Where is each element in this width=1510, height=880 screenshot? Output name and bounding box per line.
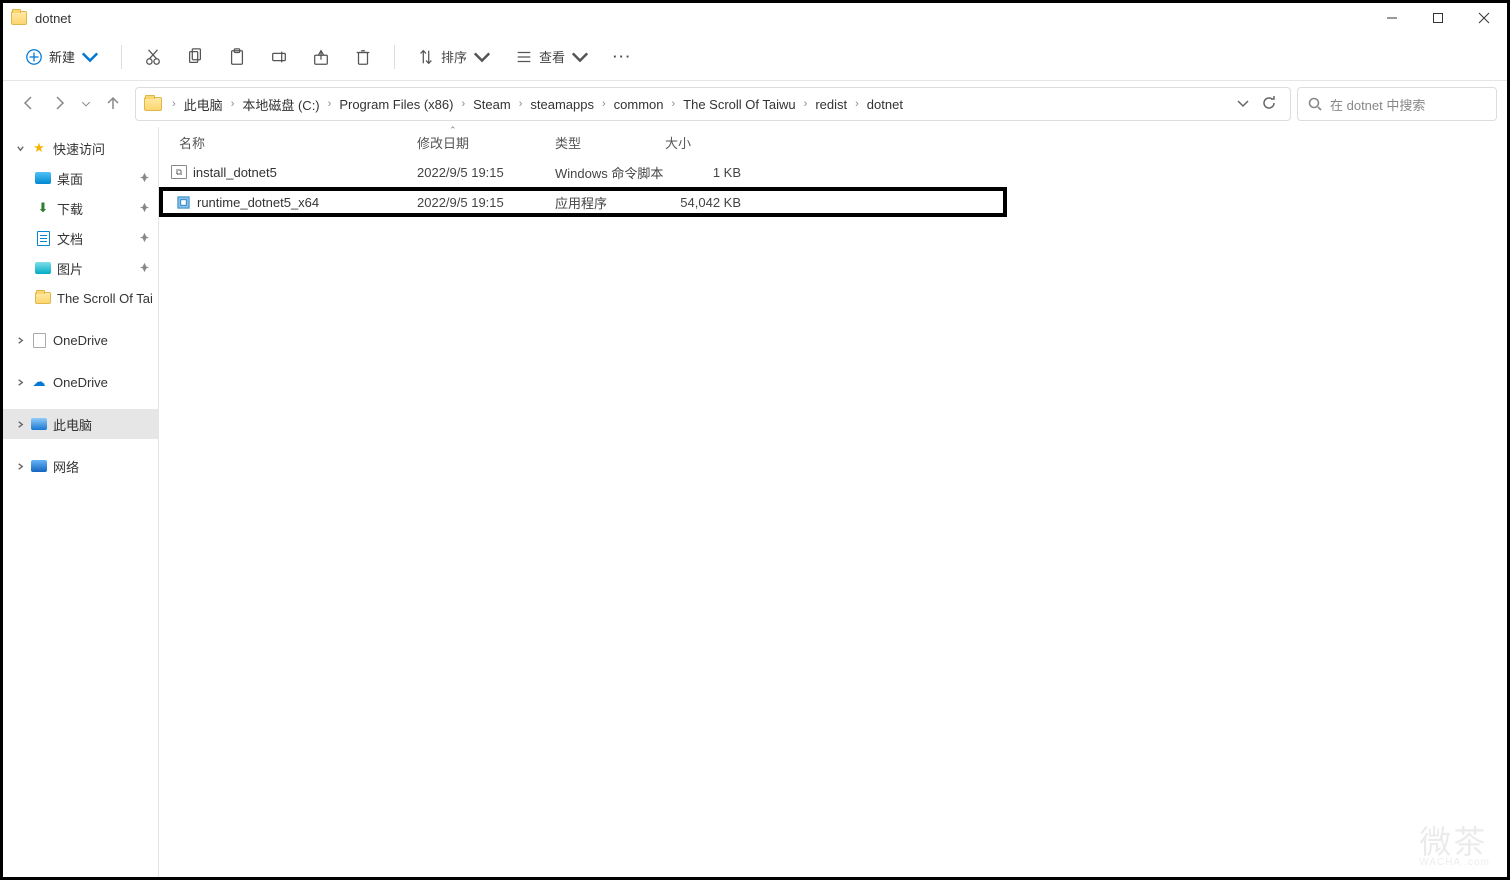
sidebar-onedrive-1[interactable]: OneDrive — [3, 325, 158, 355]
file-date: 2022/9/5 19:15 — [417, 195, 555, 210]
back-button[interactable] — [21, 95, 37, 114]
col-name[interactable]: 名称 — [179, 133, 417, 152]
cloud-icon: ☁ — [31, 374, 47, 390]
refresh-button[interactable] — [1262, 96, 1276, 113]
pin-icon — [139, 231, 150, 246]
file-name: runtime_dotnet5_x64 — [197, 195, 319, 210]
new-button[interactable]: 新建 — [15, 41, 109, 72]
file-type: Windows 命令脚本 — [555, 163, 665, 182]
content-area: 名称 修改日期 类型 大小 ⌃ ⧉ install_dotnet5 2022/9/… — [159, 127, 1507, 877]
breadcrumb-item[interactable]: The Scroll Of Taiwu — [679, 95, 799, 114]
download-icon: ⬇ — [35, 200, 51, 216]
pin-icon — [139, 261, 150, 276]
search-input[interactable]: 在 dotnet 中搜索 — [1297, 87, 1497, 121]
share-button[interactable] — [302, 42, 340, 72]
file-date: 2022/9/5 19:15 — [417, 165, 555, 180]
file-row-selected[interactable]: runtime_dotnet5_x64 2022/9/5 19:15 应用程序 … — [159, 187, 1007, 217]
file-row[interactable]: ⧉ install_dotnet5 2022/9/5 19:15 Windows … — [159, 157, 1507, 187]
breadcrumb-item[interactable]: steamapps — [526, 95, 598, 114]
rename-button[interactable] — [260, 42, 298, 72]
sidebar-item-folder[interactable]: The Scroll Of Tai — [3, 283, 158, 313]
window-title: dotnet — [35, 11, 1369, 26]
pin-icon — [139, 171, 150, 186]
sidebar: ★ 快速访问 桌面 ⬇下载 文档 图片 The Scroll Of Tai On… — [3, 127, 159, 877]
breadcrumb-item[interactable]: dotnet — [863, 95, 907, 114]
sidebar-item-pictures[interactable]: 图片 — [3, 253, 158, 283]
sidebar-onedrive-2[interactable]: ☁OneDrive — [3, 367, 158, 397]
chevron-down-icon — [571, 48, 589, 66]
document-icon — [37, 231, 50, 246]
maximize-button[interactable] — [1415, 3, 1461, 33]
new-label: 新建 — [49, 47, 75, 66]
forward-button[interactable] — [51, 95, 67, 114]
breadcrumb-item[interactable]: Program Files (x86) — [335, 95, 457, 114]
sidebar-this-pc[interactable]: 此电脑 — [3, 409, 158, 439]
breadcrumb-item[interactable]: redist — [811, 95, 851, 114]
view-button[interactable]: 查看 — [505, 41, 599, 72]
toolbar: 新建 排序 查看 ··· — [3, 33, 1507, 81]
copy-button[interactable] — [176, 42, 214, 72]
file-size: 1 KB — [665, 165, 745, 180]
nav-arrows — [13, 95, 129, 114]
file-name: install_dotnet5 — [193, 165, 277, 180]
chevron-down-icon — [473, 48, 491, 66]
pictures-icon — [35, 262, 51, 274]
cut-button[interactable] — [134, 42, 172, 72]
sort-label: 排序 — [441, 47, 467, 66]
delete-button[interactable] — [344, 42, 382, 72]
file-icon — [33, 333, 46, 348]
network-icon — [31, 460, 47, 472]
search-icon — [1308, 97, 1322, 111]
column-headers[interactable]: 名称 修改日期 类型 大小 ⌃ — [159, 127, 1507, 157]
chevron-down-icon — [81, 48, 99, 66]
address-bar[interactable]: › 此电脑› 本地磁盘 (C:)› Program Files (x86)› S… — [135, 87, 1291, 121]
sidebar-network[interactable]: 网络 — [3, 451, 158, 481]
sort-button[interactable]: 排序 — [407, 41, 501, 72]
breadcrumb-item[interactable]: 本地磁盘 (C:) — [238, 93, 323, 116]
chevron-right-icon: › — [170, 98, 178, 110]
breadcrumb-item[interactable]: common — [610, 95, 668, 114]
breadcrumb-item[interactable]: Steam — [469, 95, 515, 114]
up-button[interactable] — [105, 95, 121, 114]
file-type: 应用程序 — [555, 193, 665, 212]
cmd-file-icon: ⧉ — [171, 165, 187, 179]
separator — [121, 45, 122, 69]
folder-icon — [11, 11, 27, 25]
folder-icon — [144, 97, 162, 111]
close-button[interactable] — [1461, 3, 1507, 33]
folder-icon — [35, 292, 51, 304]
sidebar-label: 快速访问 — [53, 139, 105, 158]
col-date[interactable]: 修改日期 — [417, 133, 555, 152]
search-placeholder: 在 dotnet 中搜索 — [1330, 95, 1425, 114]
breadcrumb-item[interactable]: 此电脑 — [180, 93, 227, 116]
exe-file-icon — [175, 194, 191, 210]
separator — [394, 45, 395, 69]
file-size: 54,042 KB — [665, 195, 745, 210]
paste-button[interactable] — [218, 42, 256, 72]
titlebar: dotnet — [3, 3, 1507, 33]
desktop-icon — [35, 172, 51, 184]
navbar: › 此电脑› 本地磁盘 (C:)› Program Files (x86)› S… — [3, 81, 1507, 127]
sidebar-item-desktop[interactable]: 桌面 — [3, 163, 158, 193]
view-label: 查看 — [539, 47, 565, 66]
sidebar-quick-access[interactable]: ★ 快速访问 — [3, 133, 158, 163]
star-icon: ★ — [31, 140, 47, 156]
address-dropdown-button[interactable] — [1236, 96, 1250, 113]
sidebar-item-downloads[interactable]: ⬇下载 — [3, 193, 158, 223]
main: ★ 快速访问 桌面 ⬇下载 文档 图片 The Scroll Of Tai On… — [3, 127, 1507, 877]
sidebar-item-documents[interactable]: 文档 — [3, 223, 158, 253]
sort-indicator-icon: ⌃ — [449, 125, 457, 136]
window-controls — [1369, 3, 1507, 33]
pc-icon — [31, 418, 47, 430]
pin-icon — [139, 201, 150, 216]
file-list: ⧉ install_dotnet5 2022/9/5 19:15 Windows … — [159, 157, 1507, 217]
col-size[interactable]: 大小 — [665, 133, 745, 152]
col-type[interactable]: 类型 — [555, 133, 665, 152]
recent-button[interactable] — [81, 97, 91, 112]
minimize-button[interactable] — [1369, 3, 1415, 33]
more-button[interactable]: ··· — [603, 43, 642, 70]
